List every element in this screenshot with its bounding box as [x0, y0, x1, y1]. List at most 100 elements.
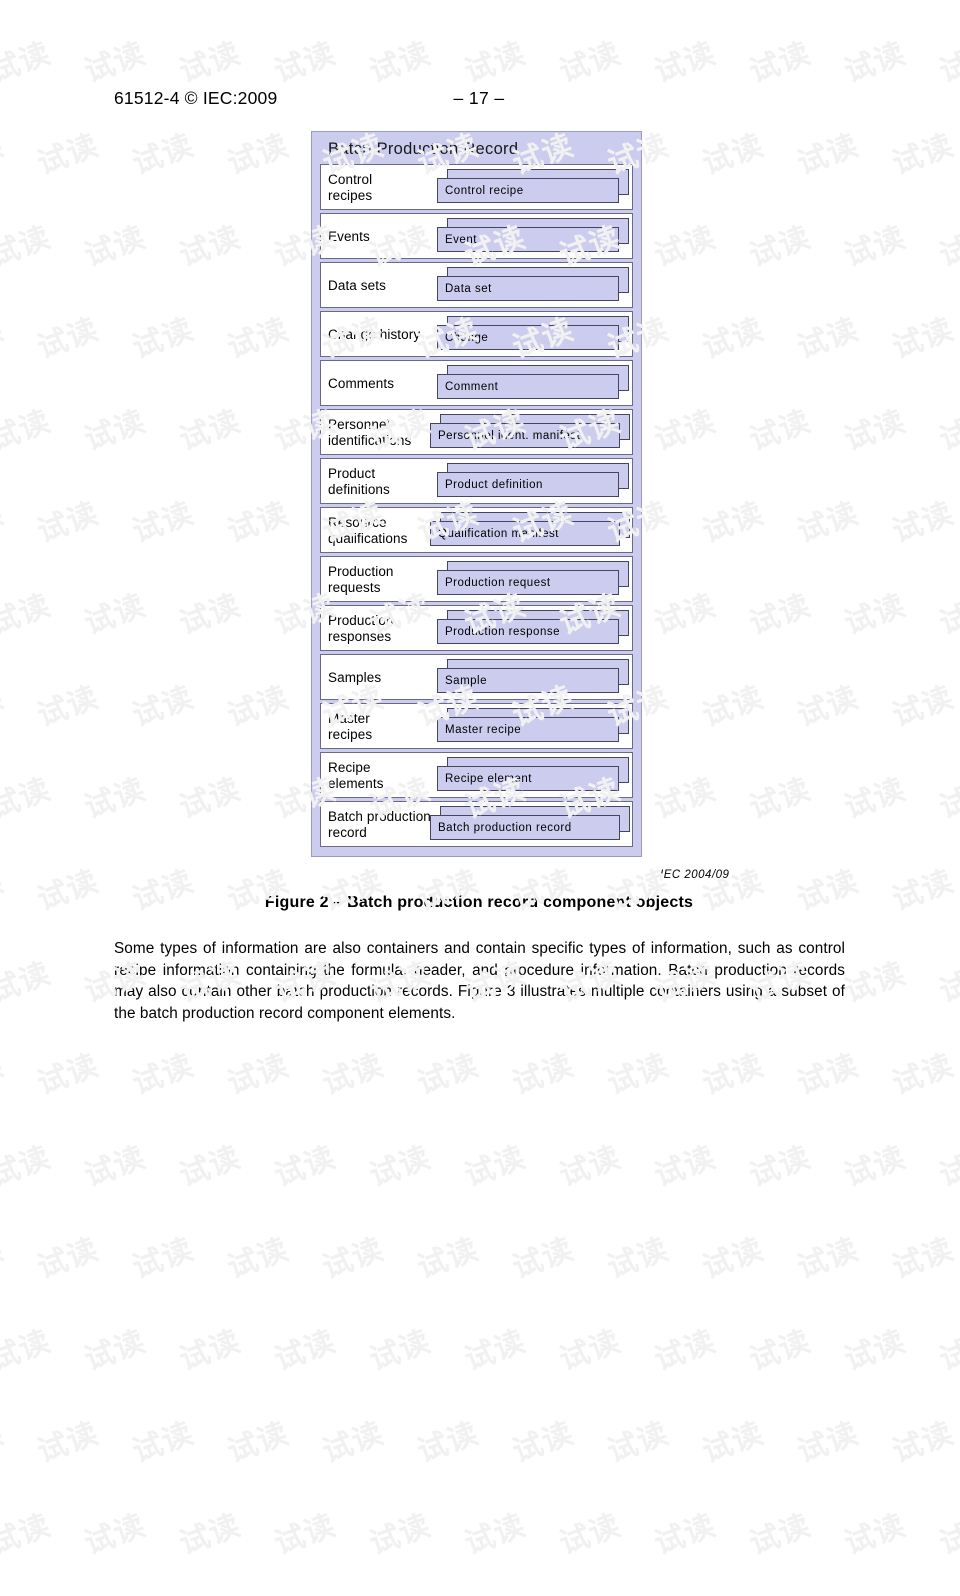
nested-object-front: Sample [437, 668, 619, 693]
watermark-glyph: 试读 [0, 1507, 56, 1562]
component-row-label: Change history [328, 312, 420, 358]
watermark-glyph: 试读 [698, 1415, 769, 1470]
component-row-label: Production requests [328, 557, 394, 603]
row-label-line: Samples [328, 670, 382, 685]
container-title: Batch Production Record [328, 140, 519, 158]
document-page: 61512-4 © IEC:2009 – 17 – Batch Producti… [0, 0, 960, 1357]
component-row: Control recipes Control recipe [320, 164, 633, 210]
nested-object-stack: Batch production record [430, 806, 630, 844]
watermark-glyph: 试读 [318, 1415, 389, 1470]
watermark-glyph: 试读 [745, 1507, 816, 1562]
body-paragraph: Some types of information are also conta… [114, 940, 845, 1022]
component-row: Master recipes Master recipe [320, 703, 633, 749]
component-row-list: Control recipes Control recipe Events Event D… [320, 164, 633, 847]
component-row-label: Production responses [328, 606, 394, 652]
watermark-glyph: 试读 [555, 1507, 626, 1562]
component-row: Personnel identifications Personnel ident.… [320, 409, 633, 455]
watermark-glyph: 试读 [460, 1507, 531, 1562]
component-row-label: Comments [328, 361, 394, 407]
component-row-label: Recipe elements [328, 753, 384, 799]
row-label-line: Events [328, 229, 370, 244]
watermark-glyph: 试读 [413, 1415, 484, 1470]
row-label-line: Production [328, 564, 394, 579]
watermark-glyph: 试读 [888, 1415, 959, 1470]
nested-object-front: Production response [437, 619, 619, 644]
nested-object-stack: Control recipe [437, 169, 629, 207]
figure-caption: Figure 2 – Batch production record compo… [264, 894, 694, 911]
page-header: 61512-4 © IEC:2009 – 17 – [114, 88, 844, 112]
component-row: Events Event [320, 213, 633, 259]
watermark-glyph: 试读 [935, 1507, 960, 1562]
nested-object-stack: Change [437, 316, 629, 354]
nested-object-stack: Personnel ident. manifest [430, 414, 630, 452]
row-label-line: Production [328, 613, 394, 628]
watermark-glyph: 试读 [508, 1415, 579, 1470]
component-row: Production responses Production response [320, 605, 633, 651]
row-label-line: Batch production [328, 809, 431, 824]
nested-object-front: Batch production record [430, 815, 620, 840]
row-label-line: Master [328, 711, 370, 726]
component-row: Data sets Data set [320, 262, 633, 308]
nested-object-stack: Production request [437, 561, 629, 599]
component-row: Batch production record Batch production r… [320, 801, 633, 847]
page-number: – 17 – [453, 88, 505, 108]
row-label-line: qualifications [328, 531, 408, 546]
component-row: Comments Comment [320, 360, 633, 406]
watermark-glyph: 试读 [793, 1415, 864, 1470]
component-row-label: Personnel identifications [328, 410, 411, 456]
batch-production-record-container: Batch Production Record Control recipes Co… [311, 131, 642, 857]
nested-object-stack: Master recipe [437, 708, 629, 746]
row-label-line: record [328, 825, 367, 840]
row-label-line: Control [328, 172, 373, 187]
row-label-line: elements [328, 776, 384, 791]
component-row: Recipe elements Recipe element [320, 752, 633, 798]
row-label-line: recipes [328, 727, 373, 742]
component-row-label: Product definitions [328, 459, 390, 505]
row-label-line: identifications [328, 433, 412, 448]
nested-object-stack: Product definition [437, 463, 629, 501]
row-label-line: Comments [328, 376, 395, 391]
component-row: Change history Change [320, 311, 633, 357]
component-row: Resource qualifications Qualification mani… [320, 507, 633, 553]
component-row: Production requests Production request [320, 556, 633, 602]
figure-2: Batch Production Record Control recipes Co… [311, 131, 642, 857]
component-row: Product definitions Product definition [320, 458, 633, 504]
nested-object-front: Data set [437, 276, 619, 301]
component-row-label: Control recipes [328, 165, 372, 211]
nested-object-stack: Sample [437, 659, 629, 697]
watermark-glyph: 试读 [365, 1507, 436, 1562]
watermark-glyph: 试读 [175, 1507, 246, 1562]
component-row-label: Data sets [328, 263, 386, 309]
component-row-label: Events [328, 214, 370, 260]
row-label-line: Change history [328, 327, 421, 342]
nested-object-front: Master recipe [437, 717, 619, 742]
row-label-line: Personnel [328, 417, 390, 432]
watermark-glyph: 试读 [80, 1507, 151, 1562]
watermark-glyph: 试读 [603, 1415, 674, 1470]
watermark-glyph: 试读 [840, 1507, 911, 1562]
nested-object-front: Qualification manifest [430, 521, 620, 546]
nested-object-stack: Recipe element [437, 757, 629, 795]
nested-object-stack: Comment [437, 365, 629, 403]
nested-object-stack: Production response [437, 610, 629, 648]
component-row-label: Samples [328, 655, 381, 701]
row-label-line: responses [328, 629, 392, 644]
row-label-line: definitions [328, 482, 390, 497]
row-label-line: recipes [328, 188, 373, 203]
component-row: Samples Sample [320, 654, 633, 700]
row-label-line: Data sets [328, 278, 386, 293]
nested-object-stack: Qualification manifest [430, 512, 630, 550]
nested-object-front: Recipe element [437, 766, 619, 791]
watermark-glyph: 试读 [128, 1415, 199, 1470]
row-label-line: Product [328, 466, 376, 481]
nested-object-front: Production request [437, 570, 619, 595]
iec-credit: IEC 2004/09 [660, 869, 730, 881]
watermark-glyph: 试读 [0, 1415, 9, 1470]
watermark-glyph: 试读 [270, 1507, 341, 1562]
nested-object-stack: Event [437, 218, 629, 256]
nested-object-front: Control recipe [437, 178, 619, 203]
nested-object-stack: Data set [437, 267, 629, 305]
watermark-glyph: 试读 [650, 1507, 721, 1562]
nested-object-front: Personnel ident. manifest [430, 423, 620, 448]
row-label-line: requests [328, 580, 381, 595]
